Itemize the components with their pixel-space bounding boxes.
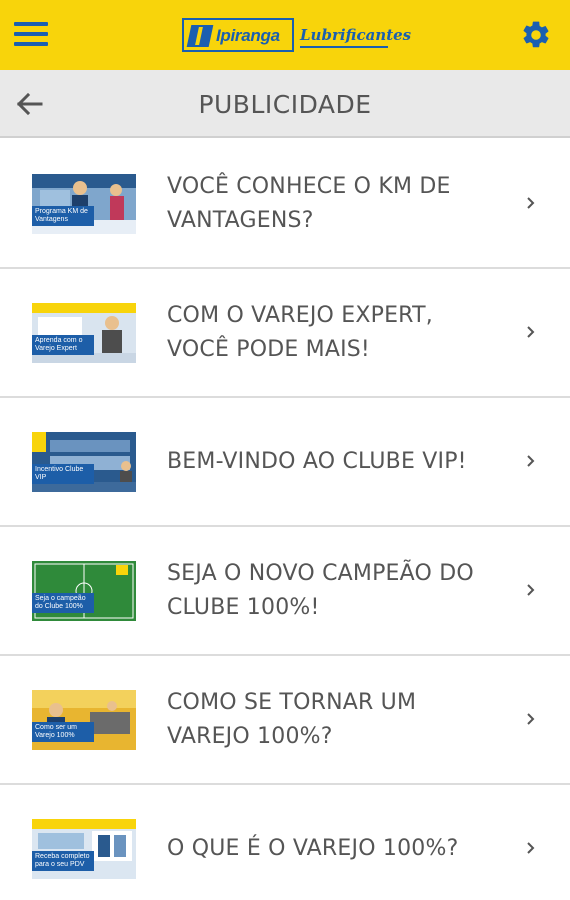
menu-button[interactable] <box>12 18 50 50</box>
list-item-title: SEJA O NOVO CAMPEÃO DO CLUBE 100%! <box>167 560 474 620</box>
video-thumbnail: Como ser um Varejo 100% <box>32 690 136 750</box>
list-item[interactable]: Como ser um Varejo 100% COMO SE TORNAR U… <box>0 656 570 785</box>
video-thumbnail: Programa KM de Vantagens <box>32 174 136 234</box>
brand-logo: Ipiranga Lubrificantes <box>182 18 411 52</box>
settings-button[interactable] <box>520 19 552 51</box>
thumbnail-caption: Aprenda com o Varejo Expert <box>32 335 94 355</box>
list-item[interactable]: Incentivo Clube VIP BEM-VINDO AO CLUBE V… <box>0 398 570 527</box>
chevron-right-icon <box>527 197 535 209</box>
list-item[interactable]: Programa KM de Vantagens VOCÊ CONHECE O … <box>0 140 570 269</box>
gear-icon <box>523 21 549 48</box>
list-item[interactable]: Receba completo para o seu PDV O QUE É O… <box>0 785 570 900</box>
list-item[interactable]: Seja o campeão do Clube 100% SEJA O NOVO… <box>0 527 570 656</box>
chevron-right-icon <box>527 842 535 854</box>
thumbnail-caption: Seja o campeão do Clube 100% <box>32 593 94 613</box>
page-title: PUBLICIDADE <box>198 90 372 119</box>
list-item-title: BEM-VINDO AO CLUBE VIP! <box>167 448 467 474</box>
chevron-right-icon <box>527 326 535 338</box>
thumbnail-caption: Receba completo para o seu PDV <box>32 851 94 871</box>
brand-sub: Lubrificantes <box>300 26 412 44</box>
chevron-right-icon <box>527 584 535 596</box>
thumbnail-caption: Como ser um Varejo 100% <box>32 722 94 742</box>
list-item-title: VOCÊ CONHECE O KM DE VANTAGENS? <box>167 173 451 233</box>
video-thumbnail: Aprenda com o Varejo Expert <box>32 303 136 363</box>
video-thumbnail: Incentivo Clube VIP <box>32 432 136 492</box>
thumbnail-caption: Programa KM de Vantagens <box>32 206 94 226</box>
chevron-right-icon <box>527 455 535 467</box>
brand-logo-box: Ipiranga <box>182 18 294 52</box>
hamburger-menu-icon <box>14 22 48 26</box>
video-thumbnail: Seja o campeão do Clube 100% <box>32 561 136 621</box>
list-item[interactable]: Aprenda com o Varejo Expert COM O VAREJO… <box>0 269 570 398</box>
brand-name: Ipiranga <box>216 26 280 45</box>
ad-list: Programa KM de Vantagens VOCÊ CONHECE O … <box>0 140 570 900</box>
page-header: PUBLICIDADE <box>0 70 570 138</box>
app-header: Ipiranga Lubrificantes <box>0 0 570 70</box>
list-item-title: COMO SE TORNAR UM VAREJO 100%? <box>167 689 417 749</box>
list-item-title: COM O VAREJO EXPERT, VOCÊ PODE MAIS! <box>167 302 433 362</box>
list-item-title: O QUE É O VAREJO 100%? <box>167 835 459 861</box>
chevron-right-icon <box>527 713 535 725</box>
thumbnail-caption: Incentivo Clube VIP <box>32 464 94 484</box>
video-thumbnail: Receba completo para o seu PDV <box>32 819 136 879</box>
